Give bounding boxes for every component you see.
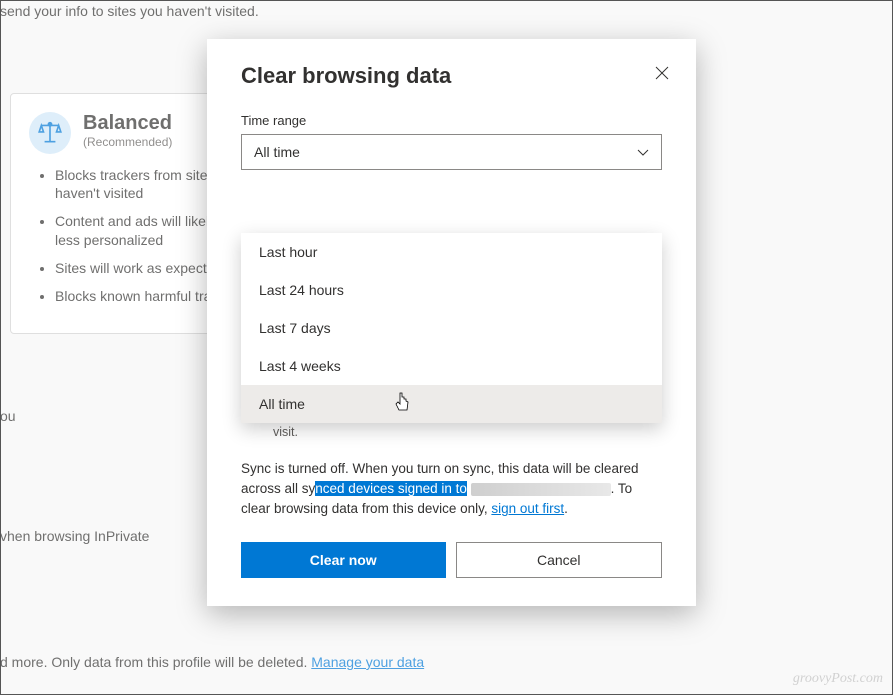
close-button[interactable] <box>648 59 676 87</box>
redacted-email <box>471 483 611 496</box>
time-range-label: Time range <box>241 113 662 128</box>
cancel-button[interactable]: Cancel <box>456 542 663 578</box>
sync-info-text: Sync is turned off. When you turn on syn… <box>241 459 662 520</box>
highlighted-text: nced devices signed in to <box>315 481 467 496</box>
time-range-dropdown: Last hour Last 24 hours Last 7 days Last… <box>241 233 662 423</box>
dropdown-option-last-24-hours[interactable]: Last 24 hours <box>241 271 662 309</box>
close-icon <box>655 66 669 80</box>
clear-browsing-data-dialog: Clear browsing data Time range All time … <box>207 39 696 606</box>
select-value: All time <box>254 144 300 160</box>
dropdown-option-last-7-days[interactable]: Last 7 days <box>241 309 662 347</box>
time-range-select[interactable]: All time <box>241 134 662 170</box>
sign-out-link[interactable]: sign out first <box>491 501 564 516</box>
dropdown-option-last-hour[interactable]: Last hour <box>241 233 662 271</box>
clear-now-button[interactable]: Clear now <box>241 542 446 578</box>
dropdown-option-last-4-weeks[interactable]: Last 4 weeks <box>241 347 662 385</box>
dropdown-option-all-time[interactable]: All time <box>241 385 662 423</box>
dialog-title: Clear browsing data <box>241 63 662 89</box>
pointer-cursor-icon <box>395 392 411 412</box>
chevron-down-icon <box>637 146 649 158</box>
